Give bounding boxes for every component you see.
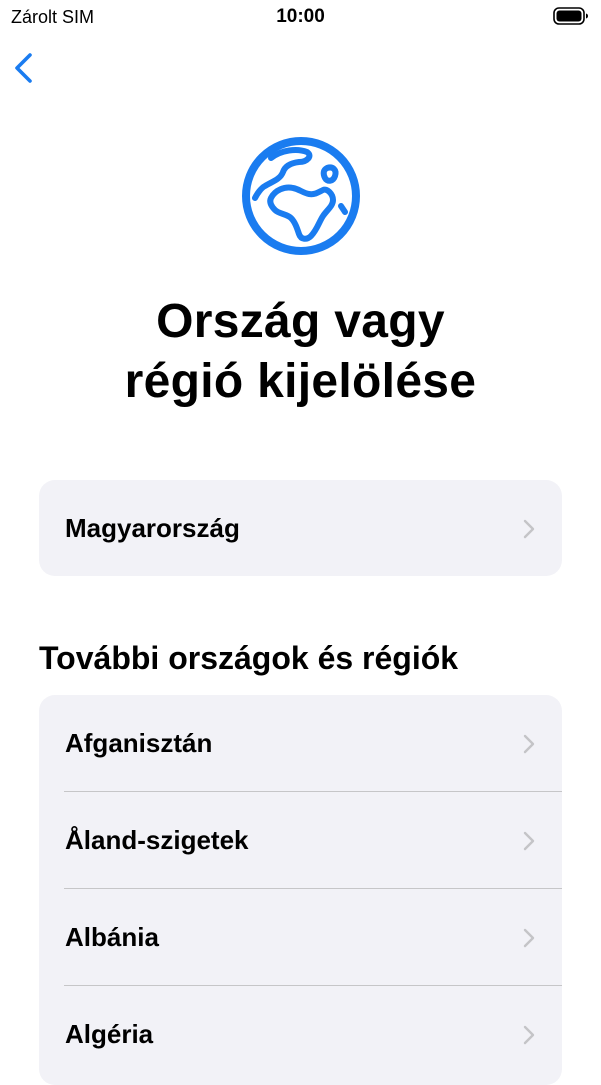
chevron-right-icon bbox=[523, 831, 535, 851]
list-item[interactable]: Albánia bbox=[39, 889, 562, 986]
list-item[interactable]: Åland-szigetek bbox=[39, 792, 562, 889]
chevron-right-icon bbox=[523, 928, 535, 948]
chevron-right-icon bbox=[523, 1025, 535, 1045]
page-title-line-2: régió kijelölése bbox=[124, 355, 477, 408]
country-label: Algéria bbox=[65, 1019, 154, 1049]
status-bar: Zárolt SIM 10:00 bbox=[0, 0, 601, 34]
country-row-current[interactable]: Magyarország bbox=[39, 480, 562, 576]
chevron-left-icon bbox=[15, 53, 32, 83]
list-item[interactable]: Algéria bbox=[39, 986, 562, 1083]
back-button[interactable] bbox=[6, 48, 46, 88]
chevron-right-icon bbox=[523, 734, 535, 754]
country-label: Albánia bbox=[65, 922, 159, 952]
country-label: Åland-szigetek bbox=[65, 825, 249, 855]
battery-full-icon bbox=[553, 7, 588, 25]
page-title: Ország vagy régió kijelölése bbox=[40, 292, 561, 412]
chevron-right-icon bbox=[523, 519, 535, 539]
current-country-card: Magyarország bbox=[39, 480, 562, 576]
section-header: További országok és régiók bbox=[39, 640, 459, 676]
country-label: Magyarország bbox=[65, 513, 240, 543]
page-title-line-1: Ország vagy bbox=[156, 295, 445, 348]
globe-icon bbox=[242, 137, 360, 255]
countries-list: Afganisztán Åland-szigetek Albánia Algér… bbox=[39, 695, 562, 1085]
country-label: Afganisztán bbox=[65, 728, 213, 758]
clock: 10:00 bbox=[276, 6, 325, 27]
list-item[interactable]: Afganisztán bbox=[39, 695, 562, 792]
